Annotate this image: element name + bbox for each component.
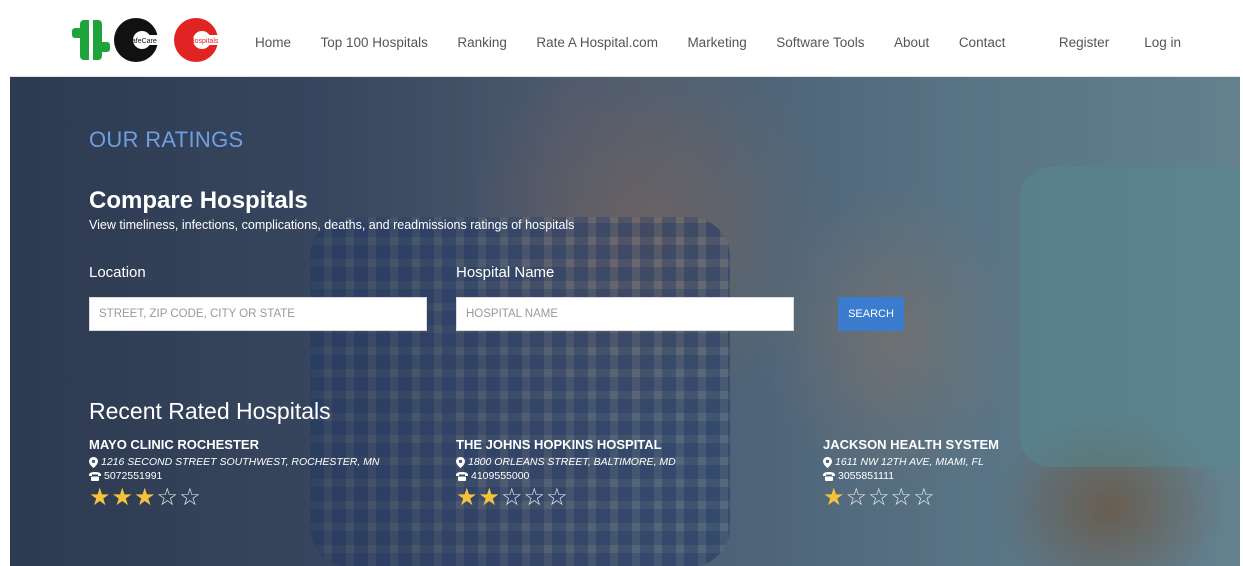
star-empty-icon: ☆	[156, 484, 180, 511]
star-empty-icon: ☆	[913, 484, 936, 511]
hospital-card[interactable]: THE JOHNS HOPKINS HOSPITAL 1800 ORLEANS …	[456, 437, 786, 511]
phone-icon	[456, 471, 468, 481]
address-text: 1216 SECOND STREET SOUTHWEST, ROCHESTER,…	[101, 456, 380, 468]
login-link[interactable]: Log in	[1144, 35, 1181, 50]
star-filled-icon: ★	[823, 484, 846, 511]
hospital-phone: 3055851111	[823, 470, 1153, 482]
map-marker-icon	[89, 456, 98, 468]
logo-text-safecare: SafeCare	[127, 38, 157, 45]
hospital-card[interactable]: MAYO CLINIC ROCHESTER 1216 SECOND STREET…	[89, 437, 419, 511]
phone-text: 3055851111	[838, 470, 895, 482]
search-button[interactable]: SEARCH	[838, 297, 904, 331]
map-marker-icon	[823, 456, 832, 468]
hospital-phone: 4109555000	[456, 470, 786, 482]
star-filled-icon: ★	[456, 484, 479, 511]
star-empty-icon: ☆	[179, 484, 202, 511]
star-empty-icon: ☆	[501, 484, 524, 511]
hero-banner: OUR RATINGS Compare Hospitals View timel…	[10, 77, 1240, 566]
nav-marketing[interactable]: Marketing	[687, 35, 746, 50]
main-nav: Home Top 100 Hospitals Ranking Rate A Ho…	[255, 8, 1035, 76]
hospital-name[interactable]: MAYO CLINIC ROCHESTER	[89, 437, 419, 452]
nav-about[interactable]: About	[894, 35, 929, 50]
star-rating: ★☆☆☆☆	[823, 485, 1153, 511]
hospital-name-input[interactable]	[456, 297, 794, 331]
star-rating: ★★☆☆☆	[456, 485, 786, 511]
nav-contact[interactable]: Contact	[959, 35, 1006, 50]
register-link[interactable]: Register	[1059, 35, 1109, 50]
site-logo[interactable]: SafeCare Hospitals	[70, 14, 240, 66]
section-label: OUR RATINGS	[89, 127, 244, 152]
nav-home[interactable]: Home	[255, 35, 291, 50]
nav-top-100-hospitals[interactable]: Top 100 Hospitals	[321, 35, 428, 50]
phone-icon	[823, 471, 835, 481]
phone-text: 5072551991	[104, 470, 163, 482]
star-empty-icon: ☆	[546, 484, 569, 511]
hospital-name[interactable]: THE JOHNS HOPKINS HOSPITAL	[456, 437, 786, 452]
page-title: Compare Hospitals	[89, 187, 308, 214]
nav-rate-a-hospital[interactable]: Rate A Hospital.com	[536, 35, 658, 50]
address-text: 1800 ORLEANS STREET, BALTIMORE, MD	[468, 456, 676, 468]
nav-ranking[interactable]: Ranking	[457, 35, 507, 50]
map-marker-icon	[456, 456, 465, 468]
hospital-phone: 5072551991	[89, 470, 419, 482]
star-empty-icon: ☆	[523, 484, 547, 511]
star-filled-icon: ★	[478, 484, 502, 511]
star-rating: ★★★☆☆	[89, 485, 419, 511]
recent-rated-title: Recent Rated Hospitals	[89, 398, 331, 424]
star-empty-icon: ☆	[890, 484, 914, 511]
location-input[interactable]	[89, 297, 427, 331]
address-text: 1611 NW 12TH AVE, MIAMI, FL	[835, 456, 984, 468]
hospital-card[interactable]: JACKSON HEALTH SYSTEM 1611 NW 12TH AVE, …	[823, 437, 1153, 511]
star-empty-icon: ☆	[845, 484, 869, 511]
account-nav: Register Log in	[1024, 8, 1181, 76]
page-frame: SafeCare Hospitals Home Top 100 Hospital…	[10, 8, 1240, 566]
site-header: SafeCare Hospitals Home Top 100 Hospital…	[10, 8, 1240, 77]
hospital-address: 1611 NW 12TH AVE, MIAMI, FL	[823, 456, 1153, 468]
hospital-name[interactable]: JACKSON HEALTH SYSTEM	[823, 437, 1153, 452]
location-label: Location	[89, 264, 146, 281]
star-filled-icon: ★	[134, 484, 157, 511]
nav-software-tools[interactable]: Software Tools	[776, 35, 864, 50]
phone-icon	[89, 471, 101, 481]
star-filled-icon: ★	[111, 484, 135, 511]
hospital-address: 1800 ORLEANS STREET, BALTIMORE, MD	[456, 456, 786, 468]
hospital-name-label: Hospital Name	[456, 264, 555, 281]
page-subtitle: View timeliness, infections, complicatio…	[89, 218, 575, 232]
hospital-address: 1216 SECOND STREET SOUTHWEST, ROCHESTER,…	[89, 456, 419, 468]
star-filled-icon: ★	[89, 484, 112, 511]
star-empty-icon: ☆	[868, 484, 891, 511]
phone-text: 4109555000	[471, 470, 530, 482]
logo-text-hospitals: Hospitals	[190, 38, 219, 45]
